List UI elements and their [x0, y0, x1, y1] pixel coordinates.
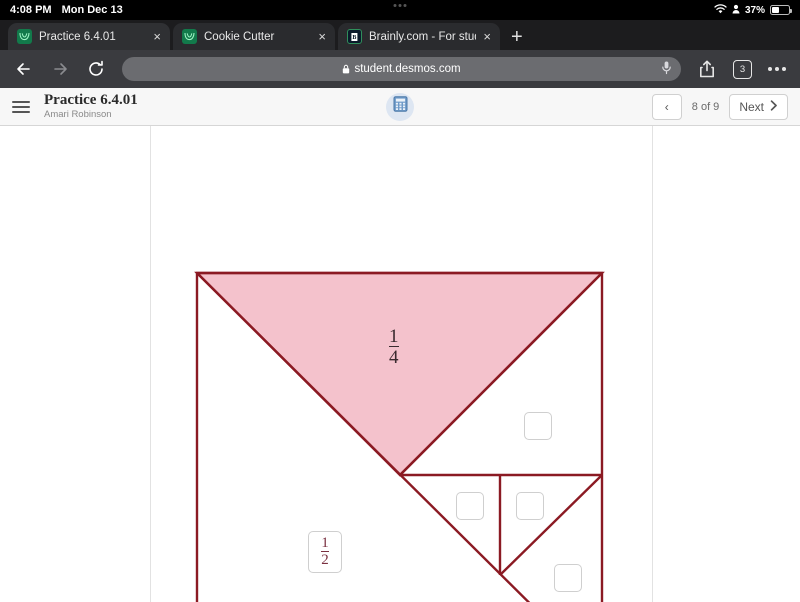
svg-text:B: B: [352, 35, 356, 41]
status-bar-left: 4:08 PM Mon Dec 13: [10, 4, 123, 16]
answer-box-mid-left[interactable]: [456, 492, 484, 520]
next-screen-button[interactable]: Next: [729, 93, 788, 120]
student-name-label: Amari Robinson: [44, 109, 112, 121]
tab-close-icon[interactable]: ×: [483, 30, 491, 43]
status-bar-time: 4:08 PM: [10, 4, 52, 16]
forward-arrow-icon[interactable]: [50, 59, 70, 79]
status-bar-right: 37%: [714, 3, 792, 17]
wifi-icon: [714, 3, 727, 17]
browser-tab-title: Practice 6.4.01: [39, 30, 116, 43]
browser-tab-strip: Practice 6.4.01 × Cookie Cutter × B Brai…: [0, 20, 800, 50]
shaded-region-label: 1 4: [389, 326, 399, 368]
back-arrow-icon[interactable]: [14, 59, 34, 79]
hamburger-menu-icon[interactable]: [12, 100, 30, 113]
browser-tab-title: Brainly.com - For student: [369, 30, 476, 43]
next-button-label: Next: [739, 99, 764, 114]
answer-box-top-right[interactable]: [524, 412, 552, 440]
browser-tab-3[interactable]: B Brainly.com - For student ×: [338, 23, 500, 50]
tab-count-button[interactable]: 3: [733, 59, 752, 79]
browser-tab-2[interactable]: Cookie Cutter ×: [173, 23, 335, 50]
previous-screen-button[interactable]: ‹: [651, 93, 682, 120]
calculator-button[interactable]: [386, 92, 414, 121]
answer-box-mid-right[interactable]: [516, 492, 544, 520]
address-bar[interactable]: student.desmos.com: [122, 57, 681, 81]
lock-icon: [342, 64, 350, 74]
browser-tab-title: Cookie Cutter: [204, 30, 275, 43]
brainly-favicon: B: [347, 29, 362, 44]
status-bar-date: Mon Dec 13: [61, 4, 123, 16]
reload-icon[interactable]: [86, 59, 106, 79]
answer-box-half[interactable]: 1 2: [308, 531, 342, 573]
battery-percent-label: 37%: [744, 4, 765, 16]
geometry-figure: [194, 271, 605, 602]
tab-close-icon[interactable]: ×: [318, 30, 326, 43]
activity-header: Practice 6.4.01 Amari Robinson ‹ 8 of 9 …: [0, 88, 800, 126]
more-options-icon[interactable]: [768, 67, 786, 71]
address-bar-url: student.desmos.com: [354, 63, 461, 75]
browser-tab-1[interactable]: Practice 6.4.01 ×: [8, 23, 170, 50]
fraction-one-half: 1 2: [321, 534, 329, 569]
desmos-favicon: [182, 29, 197, 44]
fraction-denominator: 2: [321, 551, 329, 568]
fraction-numerator: 1: [321, 534, 329, 551]
share-icon[interactable]: [697, 59, 717, 79]
chevron-right-icon: [770, 99, 778, 114]
shaded-triangle: [194, 271, 605, 477]
browser-toolbar: student.desmos.com 3: [0, 50, 800, 88]
activity-navigation: ‹ 8 of 9 Next: [651, 93, 788, 120]
person-icon: [732, 4, 740, 17]
fraction-numerator: 1: [389, 326, 399, 347]
lower-right-diagonal: [499, 474, 603, 576]
page-title: Practice 6.4.01: [44, 92, 138, 109]
multitask-handle-icon[interactable]: [393, 4, 407, 7]
microphone-icon[interactable]: [661, 61, 672, 78]
ios-status-bar: 4:08 PM Mon Dec 13 37%: [0, 0, 800, 20]
battery-icon: [770, 5, 792, 15]
page-indicator: 8 of 9: [691, 100, 720, 113]
new-tab-button[interactable]: +: [500, 27, 534, 50]
desmos-favicon: [17, 29, 32, 44]
fraction-denominator: 4: [389, 346, 399, 369]
tab-close-icon[interactable]: ×: [153, 30, 161, 43]
fraction-one-fourth: 1 4: [389, 327, 399, 368]
answer-box-bottom-right[interactable]: [554, 564, 582, 592]
activity-title-block: Practice 6.4.01 Amari Robinson: [44, 92, 138, 120]
calculator-icon: [393, 96, 408, 117]
activity-work-area: 1 4 1 2: [0, 126, 800, 602]
